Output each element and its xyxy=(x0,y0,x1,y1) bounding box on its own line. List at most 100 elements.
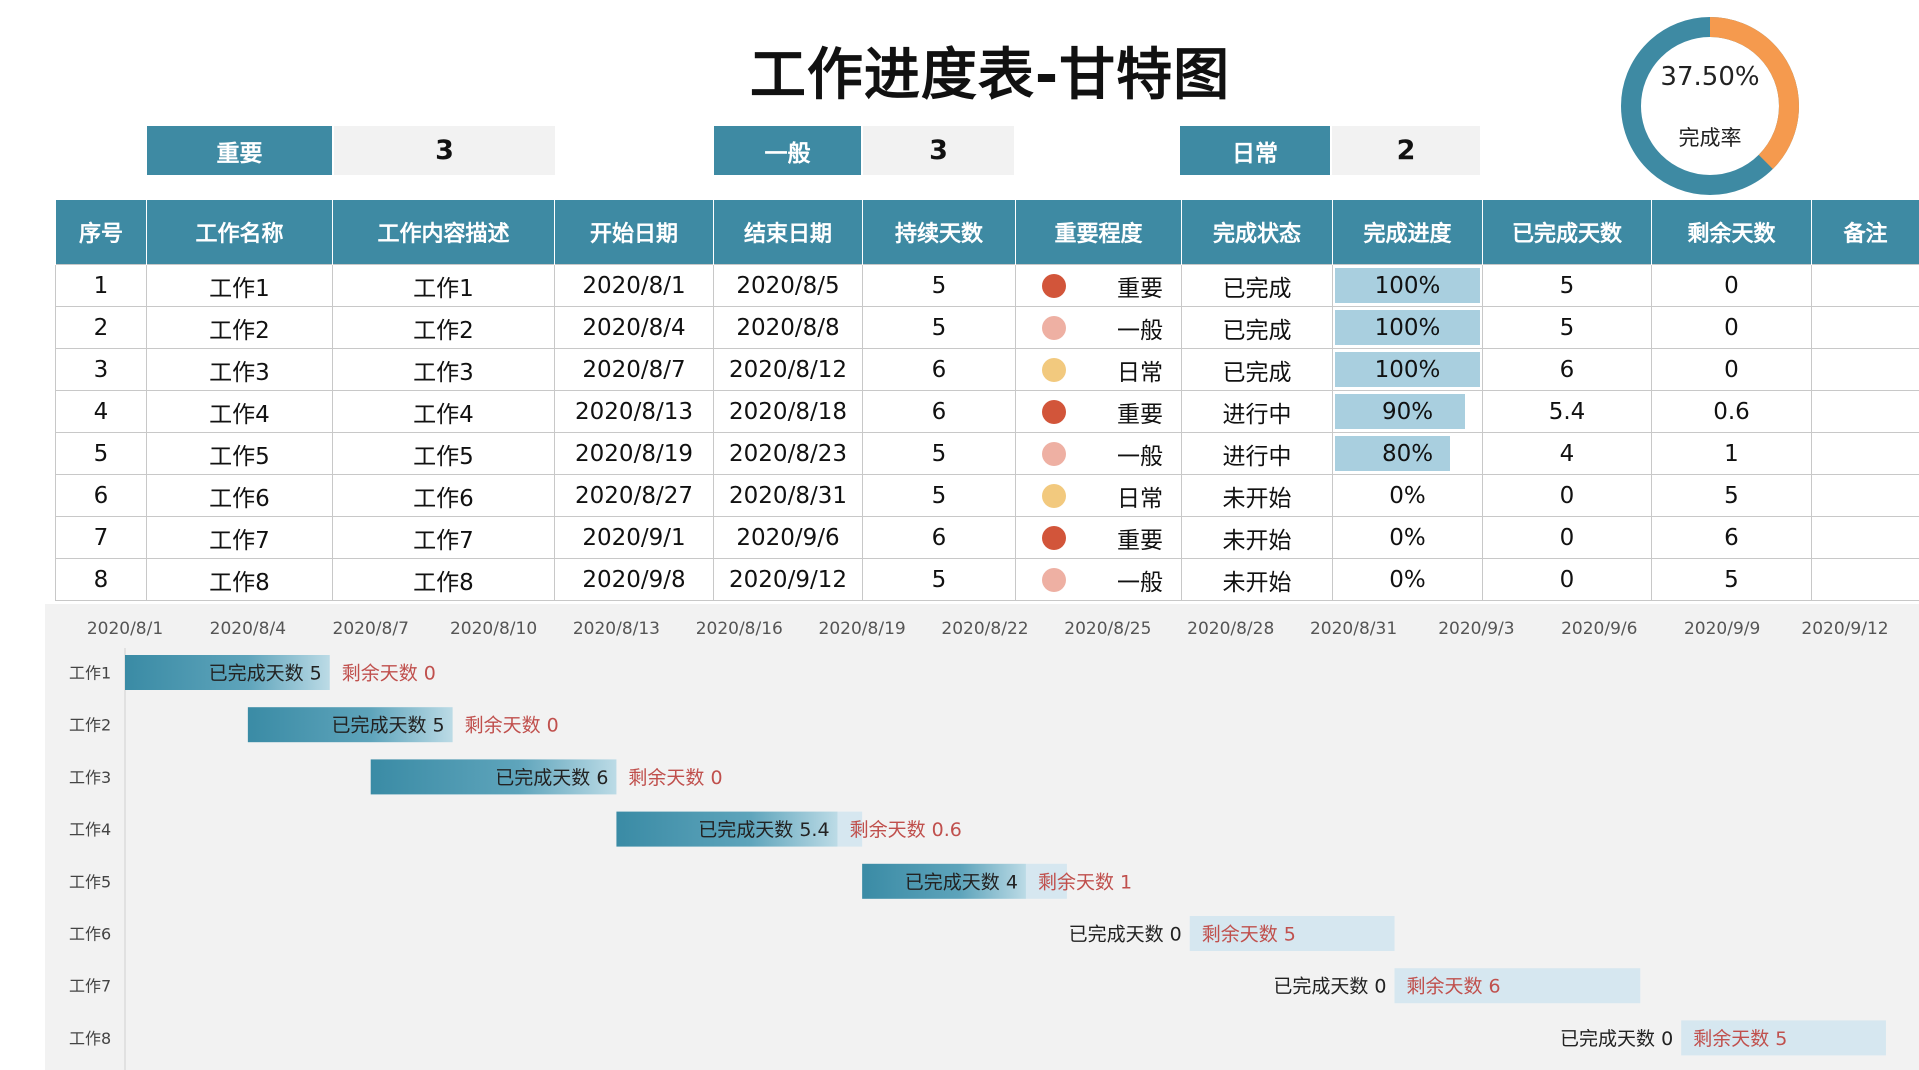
table-cell-status[interactable]: 未开始 xyxy=(1181,558,1333,601)
table-cell-importance[interactable]: 重要 xyxy=(1015,390,1182,433)
table-cell-days[interactable]: 6 xyxy=(862,516,1016,559)
table-cell-note[interactable] xyxy=(1811,558,1919,601)
table-cell-desc[interactable]: 工作4 xyxy=(332,390,555,433)
table-cell-start[interactable]: 2020/9/1 xyxy=(554,516,714,559)
table-cell-importance[interactable]: 一般 xyxy=(1015,306,1182,349)
col-header-end[interactable]: 结束日期 xyxy=(713,200,863,265)
table-cell-remain[interactable]: 0 xyxy=(1651,306,1812,349)
table-cell-note[interactable] xyxy=(1811,390,1919,433)
table-cell-no[interactable]: 6 xyxy=(55,474,147,517)
table-cell-status[interactable]: 未开始 xyxy=(1181,516,1333,559)
table-cell-remain[interactable]: 1 xyxy=(1651,432,1812,475)
table-cell-progress[interactable]: 100% xyxy=(1332,306,1483,349)
table-cell-no[interactable]: 5 xyxy=(55,432,147,475)
table-cell-progress[interactable]: 80% xyxy=(1332,432,1483,475)
col-header-importance[interactable]: 重要程度 xyxy=(1015,200,1182,265)
table-cell-remain[interactable]: 5 xyxy=(1651,558,1812,601)
table-cell-status[interactable]: 已完成 xyxy=(1181,306,1333,349)
table-cell-end[interactable]: 2020/9/12 xyxy=(713,558,863,601)
table-cell-note[interactable] xyxy=(1811,264,1919,307)
table-cell-importance[interactable]: 重要 xyxy=(1015,264,1182,307)
table-cell-name[interactable]: 工作8 xyxy=(146,558,333,601)
table-cell-end[interactable]: 2020/8/23 xyxy=(713,432,863,475)
table-cell-done[interactable]: 5 xyxy=(1482,264,1652,307)
table-cell-no[interactable]: 4 xyxy=(55,390,147,433)
table-cell-importance[interactable]: 重要 xyxy=(1015,516,1182,559)
table-cell-end[interactable]: 2020/8/18 xyxy=(713,390,863,433)
col-header-days[interactable]: 持续天数 xyxy=(862,200,1016,265)
col-header-done[interactable]: 已完成天数 xyxy=(1482,200,1652,265)
col-header-progress[interactable]: 完成进度 xyxy=(1332,200,1483,265)
table-cell-no[interactable]: 1 xyxy=(55,264,147,307)
table-cell-status[interactable]: 已完成 xyxy=(1181,348,1333,391)
table-cell-done[interactable]: 4 xyxy=(1482,432,1652,475)
table-cell-desc[interactable]: 工作3 xyxy=(332,348,555,391)
table-cell-name[interactable]: 工作5 xyxy=(146,432,333,475)
table-cell-status[interactable]: 进行中 xyxy=(1181,432,1333,475)
table-cell-status[interactable]: 已完成 xyxy=(1181,264,1333,307)
table-cell-end[interactable]: 2020/8/12 xyxy=(713,348,863,391)
col-header-no[interactable]: 序号 xyxy=(55,200,147,265)
col-header-desc[interactable]: 工作内容描述 xyxy=(332,200,555,265)
table-cell-no[interactable]: 2 xyxy=(55,306,147,349)
table-cell-name[interactable]: 工作4 xyxy=(146,390,333,433)
table-cell-status[interactable]: 进行中 xyxy=(1181,390,1333,433)
table-cell-note[interactable] xyxy=(1811,474,1919,517)
table-cell-desc[interactable]: 工作5 xyxy=(332,432,555,475)
table-cell-status[interactable]: 未开始 xyxy=(1181,474,1333,517)
table-cell-desc[interactable]: 工作6 xyxy=(332,474,555,517)
table-cell-start[interactable]: 2020/8/1 xyxy=(554,264,714,307)
table-cell-progress[interactable]: 100% xyxy=(1332,348,1483,391)
table-cell-done[interactable]: 5 xyxy=(1482,306,1652,349)
col-header-status[interactable]: 完成状态 xyxy=(1181,200,1333,265)
table-cell-end[interactable]: 2020/9/6 xyxy=(713,516,863,559)
table-cell-no[interactable]: 3 xyxy=(55,348,147,391)
table-cell-name[interactable]: 工作1 xyxy=(146,264,333,307)
table-cell-days[interactable]: 6 xyxy=(862,348,1016,391)
table-cell-done[interactable]: 5.4 xyxy=(1482,390,1652,433)
table-cell-start[interactable]: 2020/8/7 xyxy=(554,348,714,391)
table-cell-importance[interactable]: 一般 xyxy=(1015,432,1182,475)
table-cell-desc[interactable]: 工作1 xyxy=(332,264,555,307)
table-cell-end[interactable]: 2020/8/31 xyxy=(713,474,863,517)
table-cell-desc[interactable]: 工作8 xyxy=(332,558,555,601)
table-cell-progress[interactable]: 100% xyxy=(1332,264,1483,307)
table-cell-days[interactable]: 6 xyxy=(862,390,1016,433)
table-cell-no[interactable]: 7 xyxy=(55,516,147,559)
table-cell-remain[interactable]: 0 xyxy=(1651,348,1812,391)
table-cell-start[interactable]: 2020/9/8 xyxy=(554,558,714,601)
table-cell-done[interactable]: 0 xyxy=(1482,474,1652,517)
col-header-note[interactable]: 备注 xyxy=(1811,200,1919,265)
table-cell-importance[interactable]: 日常 xyxy=(1015,348,1182,391)
table-cell-importance[interactable]: 一般 xyxy=(1015,558,1182,601)
table-cell-name[interactable]: 工作6 xyxy=(146,474,333,517)
table-cell-start[interactable]: 2020/8/27 xyxy=(554,474,714,517)
table-cell-desc[interactable]: 工作7 xyxy=(332,516,555,559)
table-cell-no[interactable]: 8 xyxy=(55,558,147,601)
table-cell-progress[interactable]: 90% xyxy=(1332,390,1483,433)
table-cell-name[interactable]: 工作3 xyxy=(146,348,333,391)
table-cell-progress[interactable]: 0% xyxy=(1332,516,1483,559)
table-cell-note[interactable] xyxy=(1811,432,1919,475)
table-cell-desc[interactable]: 工作2 xyxy=(332,306,555,349)
table-cell-done[interactable]: 6 xyxy=(1482,348,1652,391)
table-cell-done[interactable]: 0 xyxy=(1482,516,1652,559)
table-cell-days[interactable]: 5 xyxy=(862,306,1016,349)
table-cell-progress[interactable]: 0% xyxy=(1332,474,1483,517)
table-cell-name[interactable]: 工作2 xyxy=(146,306,333,349)
table-cell-start[interactable]: 2020/8/13 xyxy=(554,390,714,433)
table-cell-days[interactable]: 5 xyxy=(862,474,1016,517)
table-cell-end[interactable]: 2020/8/5 xyxy=(713,264,863,307)
table-cell-days[interactable]: 5 xyxy=(862,264,1016,307)
table-cell-importance[interactable]: 日常 xyxy=(1015,474,1182,517)
table-cell-name[interactable]: 工作7 xyxy=(146,516,333,559)
table-cell-note[interactable] xyxy=(1811,348,1919,391)
table-cell-start[interactable]: 2020/8/19 xyxy=(554,432,714,475)
table-cell-start[interactable]: 2020/8/4 xyxy=(554,306,714,349)
table-cell-remain[interactable]: 6 xyxy=(1651,516,1812,559)
table-cell-days[interactable]: 5 xyxy=(862,432,1016,475)
table-cell-end[interactable]: 2020/8/8 xyxy=(713,306,863,349)
table-cell-remain[interactable]: 0.6 xyxy=(1651,390,1812,433)
table-cell-done[interactable]: 0 xyxy=(1482,558,1652,601)
table-cell-progress[interactable]: 0% xyxy=(1332,558,1483,601)
